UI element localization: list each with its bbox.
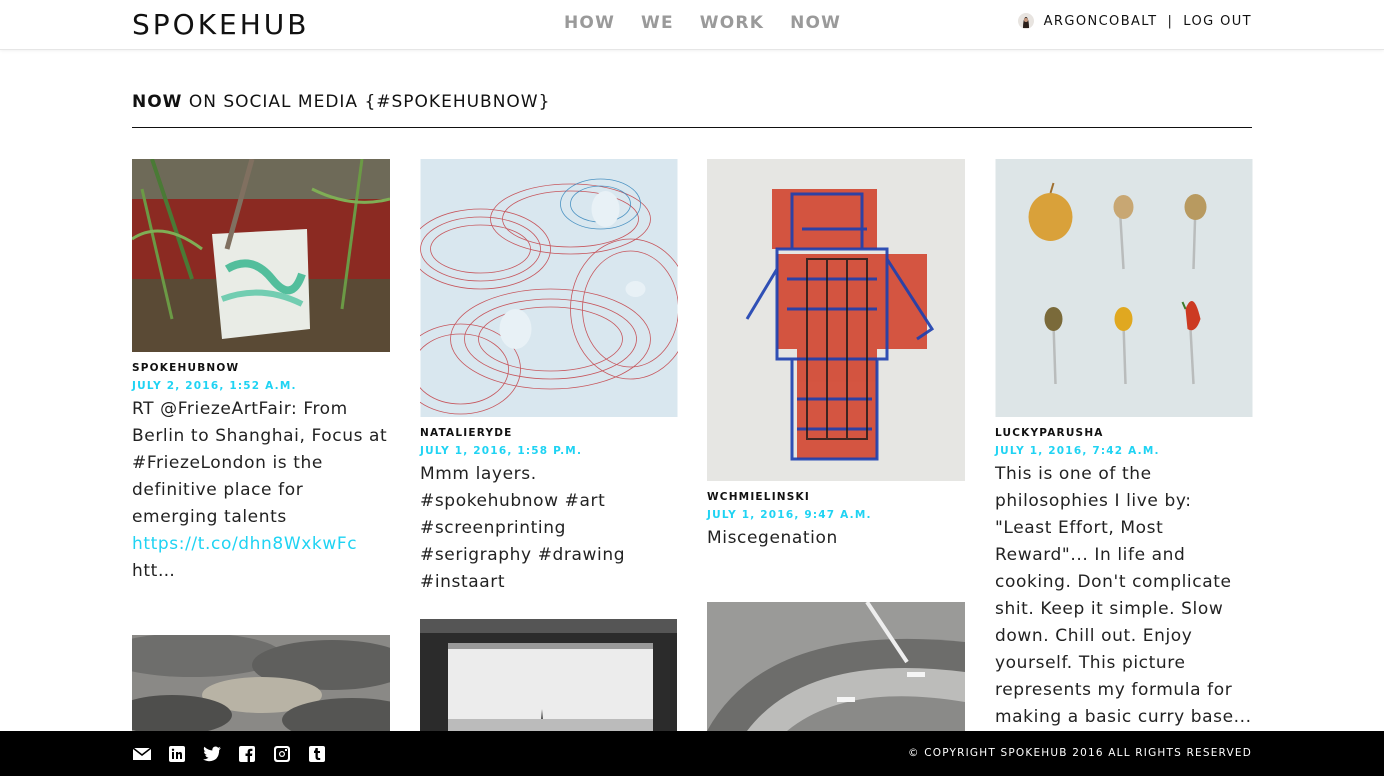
section-title-bold: NOW xyxy=(132,92,183,112)
tumblr-icon[interactable] xyxy=(308,746,326,762)
site-header: SPOKEHUB HOW WE WORK NOW ARGONCOBALT | L… xyxy=(0,0,1384,50)
site-logo[interactable]: SPOKEHUB xyxy=(132,8,310,41)
post-link[interactable]: https://t.co/dhn8WxkwFc xyxy=(132,534,357,554)
social-links xyxy=(132,746,326,762)
nav-how[interactable]: HOW xyxy=(564,13,615,33)
post-image[interactable] xyxy=(132,635,390,731)
post-text: Mmm layers. #spokehubnow #art #screenpri… xyxy=(420,464,626,592)
linkedin-icon[interactable] xyxy=(168,746,186,762)
logout-link[interactable]: LOG OUT xyxy=(1183,14,1252,29)
post-username[interactable]: WCHMIELINSKI xyxy=(707,491,965,503)
post-image[interactable] xyxy=(132,159,390,352)
site-footer: © COPYRIGHT SPOKEHUB 2016 ALL RIGHTS RES… xyxy=(0,731,1384,776)
post-date[interactable]: JULY 1, 2016, 1:58 P.M. xyxy=(420,445,678,457)
nav-now[interactable]: NOW xyxy=(790,13,841,33)
menu-separator: | xyxy=(1167,13,1174,29)
mail-icon[interactable] xyxy=(132,746,152,762)
post-text: Miscegenation xyxy=(707,528,838,548)
nav-we[interactable]: WE xyxy=(641,13,674,33)
main-nav: HOW WE WORK NOW xyxy=(564,13,841,33)
post-body: RT @FriezeArtFair: From Berlin to Shangh… xyxy=(132,399,388,527)
post-image[interactable] xyxy=(707,602,965,731)
post-date[interactable]: JULY 2, 2016, 1:52 A.M. xyxy=(132,380,390,392)
facebook-icon[interactable] xyxy=(238,746,256,762)
avatar[interactable] xyxy=(1017,13,1034,29)
section-divider xyxy=(132,127,1252,128)
post-image[interactable] xyxy=(420,619,677,731)
copyright-text: © COPYRIGHT SPOKEHUB 2016 ALL RIGHTS RES… xyxy=(907,747,1252,759)
post-text: RT @FriezeArtFair: From Berlin to Shangh… xyxy=(132,396,390,585)
post-date[interactable]: JULY 1, 2016, 7:42 A.M. xyxy=(995,445,1253,457)
instagram-icon[interactable] xyxy=(273,746,291,762)
post-card: SPOKEHUBNOW JULY 2, 2016, 1:52 A.M. RT @… xyxy=(132,159,390,585)
post-tail: htt… xyxy=(132,561,176,581)
post-card: WCHMIELINSKI JULY 1, 2016, 9:47 A.M. Mis… xyxy=(707,159,965,552)
post-image[interactable] xyxy=(995,159,1253,417)
username-link[interactable]: ARGONCOBALT xyxy=(1044,14,1158,29)
nav-work[interactable]: WORK xyxy=(700,13,764,33)
user-menu: ARGONCOBALT | LOG OUT xyxy=(1017,13,1252,29)
post-image[interactable] xyxy=(707,159,965,481)
post-date[interactable]: JULY 1, 2016, 9:47 A.M. xyxy=(707,509,965,521)
post-username[interactable]: SPOKEHUBNOW xyxy=(132,362,390,374)
post-card: LUCKYPARUSHA JULY 1, 2016, 7:42 A.M. Thi… xyxy=(995,159,1253,758)
post-username[interactable]: NATALIERYDE xyxy=(420,427,678,439)
twitter-icon[interactable] xyxy=(203,746,221,762)
post-image[interactable] xyxy=(420,159,678,417)
section-title: NOW ON SOCIAL MEDIA {#SPOKEHUBNOW} xyxy=(132,92,550,112)
post-text: This is one of the philosophies I live b… xyxy=(995,464,1252,754)
section-title-rest: ON SOCIAL MEDIA {#SPOKEHUBNOW} xyxy=(188,92,551,112)
post-username[interactable]: LUCKYPARUSHA xyxy=(995,427,1253,439)
post-card: NATALIERYDE JULY 1, 2016, 1:58 P.M. Mmm … xyxy=(420,159,678,596)
